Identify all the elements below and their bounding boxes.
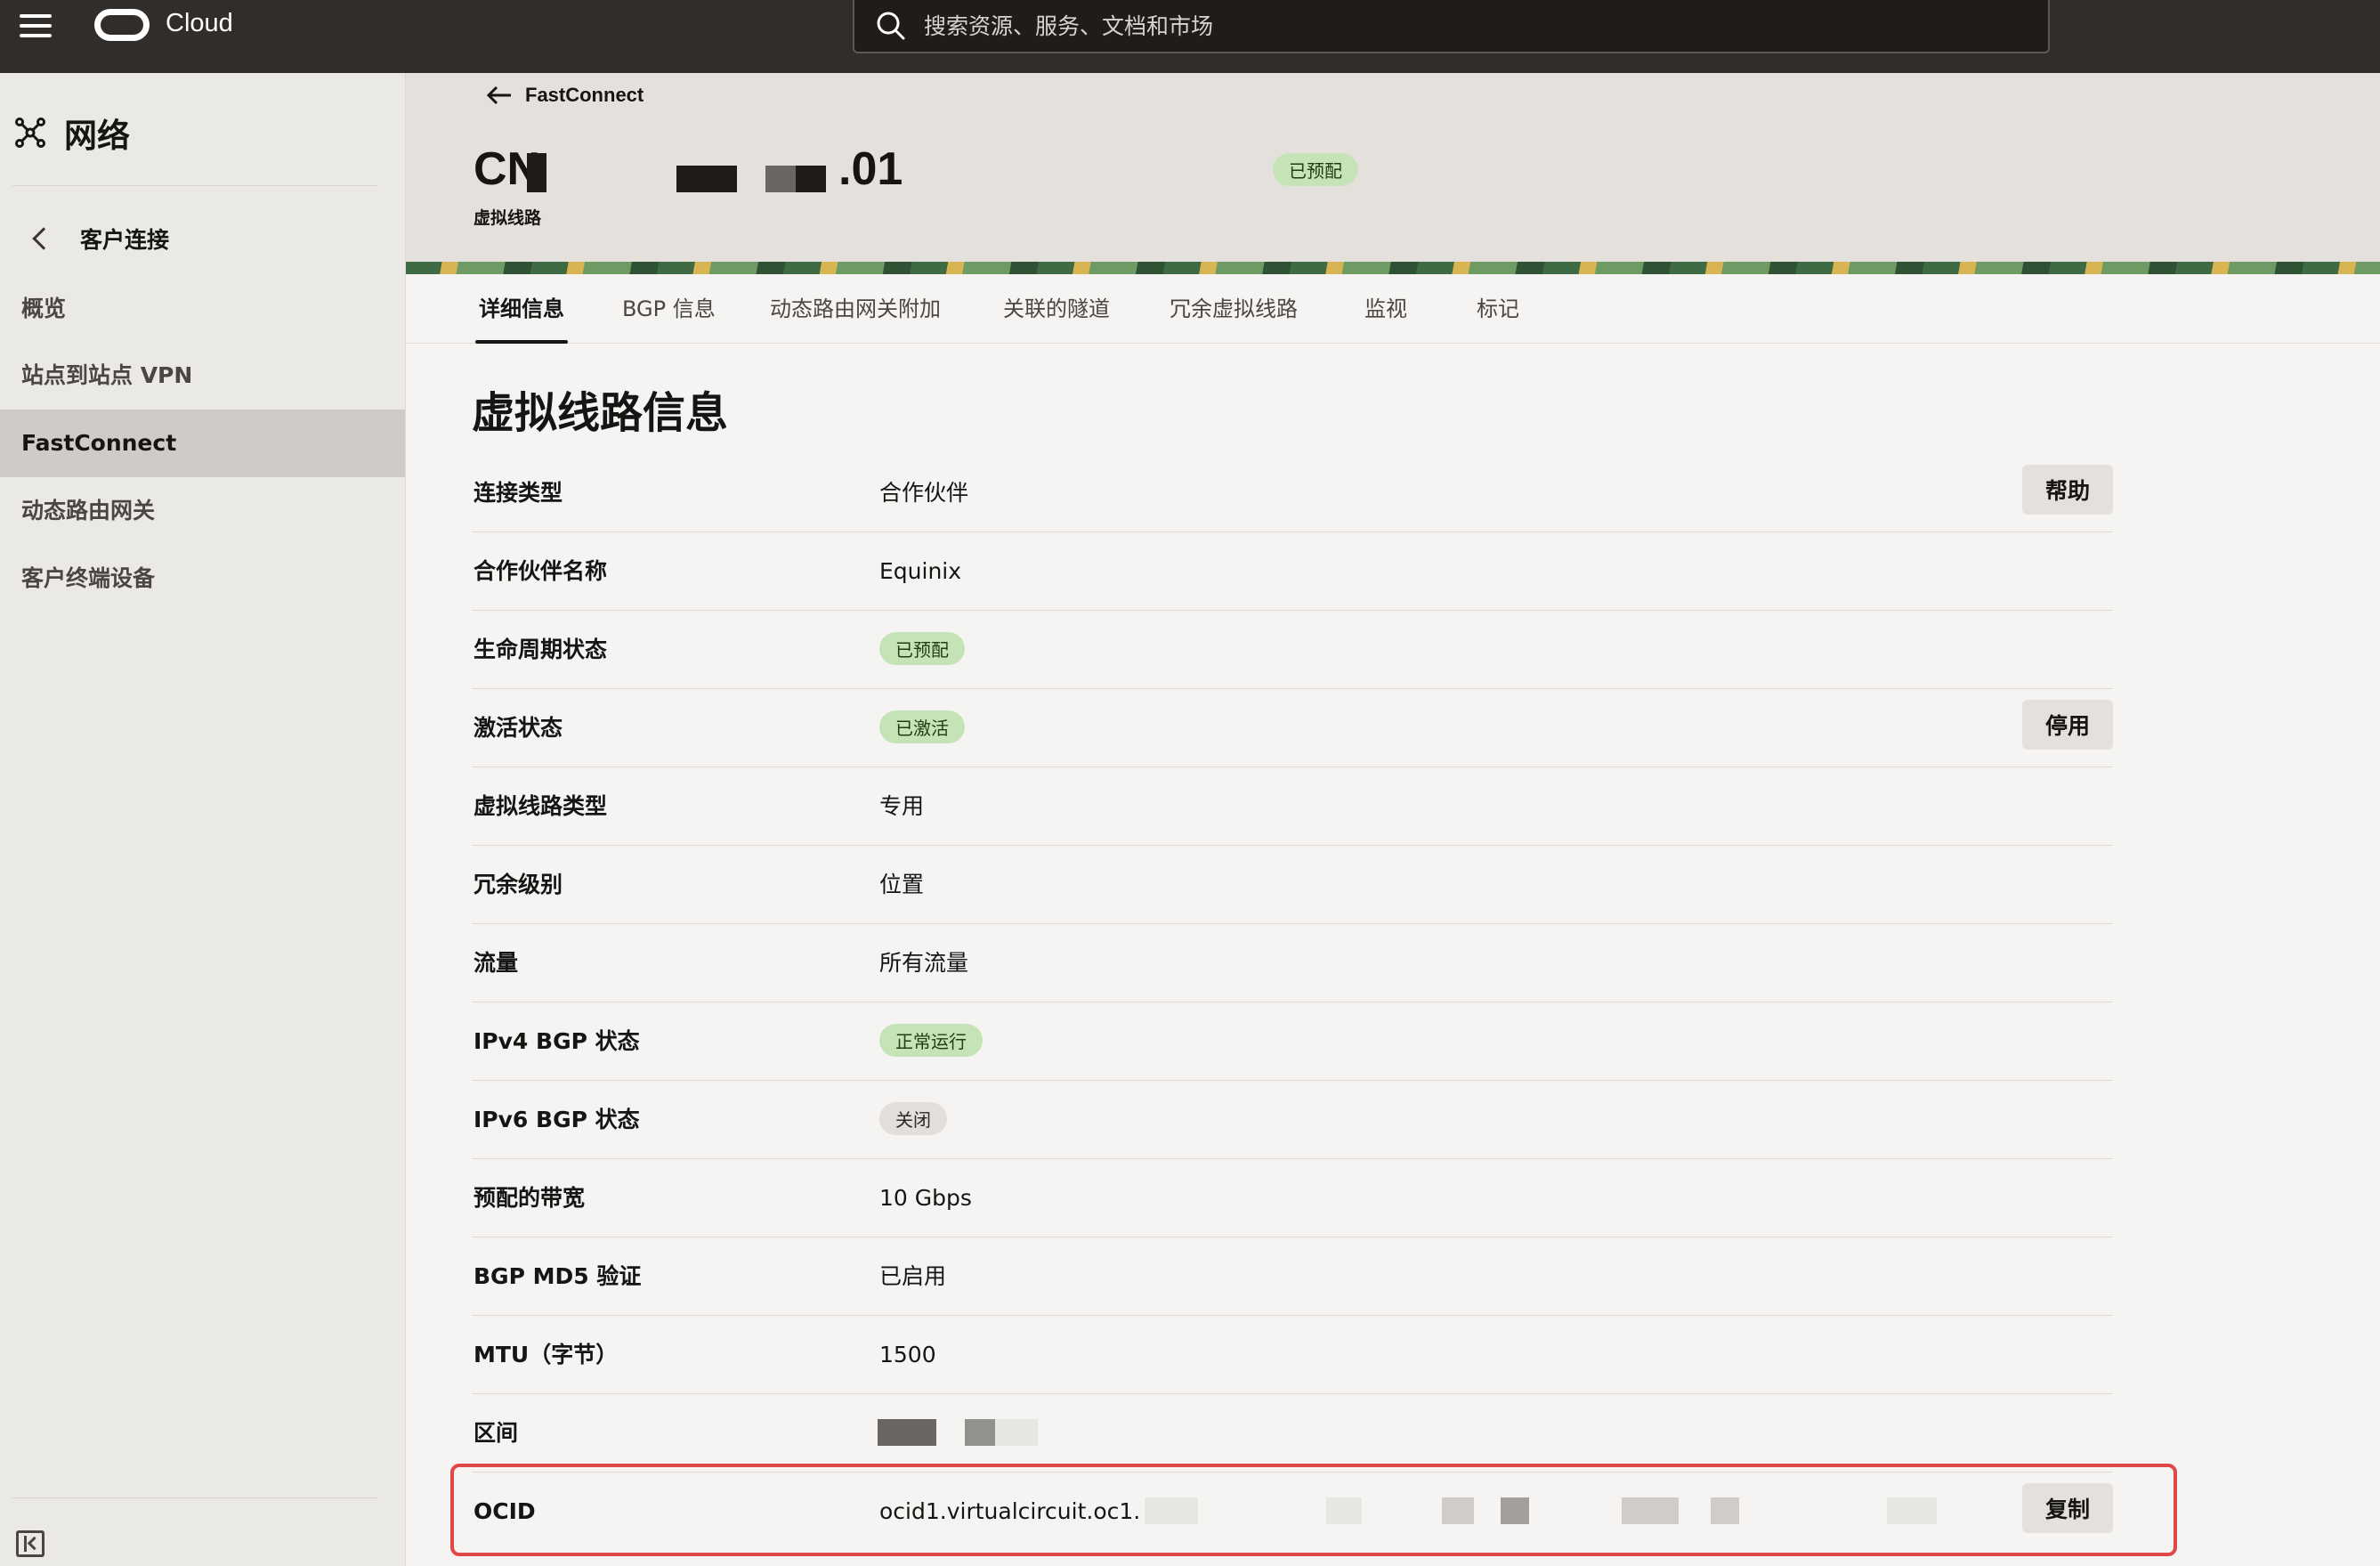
deactivate-button[interactable]: 停用 (2022, 700, 2113, 750)
row-value: 1500 (879, 1342, 936, 1367)
detail-row-activation-state: 激活状态 已激活 停用 (472, 689, 2113, 767)
detail-row-connection-type: 连接类型 合作伙伴 帮助 (472, 454, 2113, 532)
row-value-wrap: 正常运行 (879, 1024, 983, 1057)
detail-row-bgp-md5: BGP MD5 验证 已启用 (472, 1237, 2113, 1316)
search-input[interactable] (924, 9, 1992, 43)
search-icon (877, 12, 905, 40)
back-link-label: FastConnect (525, 84, 644, 106)
row-label: BGP MD5 验证 (474, 1263, 642, 1289)
brand-name[interactable]: Cloud (166, 9, 233, 38)
page-subtitle: 虚拟线路 (474, 208, 542, 228)
redacted-block (765, 166, 796, 192)
hamburger-menu-icon[interactable] (20, 14, 52, 37)
lifecycle-status-badge: 已预配 (879, 632, 965, 665)
redacted-block (527, 153, 546, 192)
redacted-block (965, 1419, 995, 1446)
row-label: IPv4 BGP 状态 (474, 1028, 640, 1054)
row-value: 合作伙伴 (879, 480, 969, 506)
detail-row-mtu: MTU（字节） 1500 (472, 1316, 2113, 1394)
sidebar: 网络 客户连接 概览 站点到站点 VPN FastConnect 动态路由网关 … (0, 73, 406, 1566)
tab-monitoring[interactable]: 监视 (1364, 274, 1407, 344)
row-label: 预配的带宽 (474, 1185, 586, 1211)
row-label: 生命周期状态 (474, 637, 608, 662)
row-value: 10 Gbps (879, 1185, 972, 1211)
row-label: 流量 (474, 950, 519, 976)
chevron-left-icon (32, 227, 55, 250)
redacted-block (878, 1419, 936, 1446)
row-label: IPv6 BGP 状态 (474, 1107, 640, 1132)
sidebar-item-cpe[interactable]: 客户终端设备 (0, 545, 405, 613)
tab-details[interactable]: 详细信息 (475, 274, 568, 344)
row-value: 已启用 (879, 1263, 947, 1289)
collapse-sidebar-icon[interactable] (16, 1530, 45, 1557)
tab-tags[interactable]: 标记 (1477, 274, 1519, 344)
sidebar-title: 网络 (64, 117, 130, 155)
detail-row-circuit-type: 虚拟线路类型 专用 (472, 767, 2113, 846)
detail-row-ipv6-bgp: IPv6 BGP 状态 关闭 (472, 1081, 2113, 1159)
row-value: 位置 (879, 872, 925, 897)
tab-bar: 详细信息 BGP 信息 动态路由网关附加 关联的隧道 冗余虚拟线路 监视 标记 (406, 274, 2380, 344)
row-label: 激活状态 (474, 715, 563, 741)
section-title: 虚拟线路信息 (472, 388, 729, 438)
ipv6-bgp-status-badge: 关闭 (879, 1102, 947, 1135)
sidebar-item-overview[interactable]: 概览 (0, 275, 405, 343)
row-value-wrap: 关闭 (879, 1102, 947, 1135)
detail-row-bandwidth: 预配的带宽 10 Gbps (472, 1159, 2113, 1237)
sidebar-item-site-to-site-vpn[interactable]: 站点到站点 VPN (0, 342, 405, 410)
detail-row-compartment: 区间 (472, 1394, 2113, 1473)
row-value: 专用 (879, 793, 925, 819)
sidebar-divider-bottom (12, 1497, 377, 1498)
sidebar-back-label: 客户连接 (80, 227, 170, 253)
redacted-block (676, 166, 737, 192)
row-label: 合作伙伴名称 (474, 558, 608, 584)
row-label: 虚拟线路类型 (474, 793, 608, 819)
status-badge: 已预配 (1273, 153, 1358, 186)
back-link[interactable]: FastConnect (486, 84, 644, 107)
search-bar[interactable] (853, 0, 2050, 53)
detail-row-redundancy-level: 冗余级别 位置 (472, 846, 2113, 924)
row-value-wrap: 已预配 (879, 632, 965, 665)
decorative-banner (406, 262, 2380, 274)
title-badge-wrap: 已预配 (1273, 153, 1358, 186)
ocid-highlight-box (450, 1464, 2177, 1556)
page-title-end: .01 (838, 143, 903, 195)
activation-status-badge: 已激活 (879, 710, 965, 743)
help-button[interactable]: 帮助 (2022, 465, 2113, 515)
sidebar-item-fastconnect[interactable]: FastConnect (0, 410, 405, 477)
ipv4-bgp-status-badge: 正常运行 (879, 1024, 983, 1057)
detail-row-partner-name: 合作伙伴名称 Equinix (472, 532, 2113, 611)
top-bar: Cloud (0, 0, 2380, 73)
tab-redundant-circuits[interactable]: 冗余虚拟线路 (1170, 274, 1298, 344)
detail-row-lifecycle-state: 生命周期状态 已预配 (472, 611, 2113, 689)
oracle-logo-icon[interactable] (94, 9, 150, 41)
detail-row-traffic: 流量 所有流量 (472, 924, 2113, 1002)
arrow-left-icon (486, 85, 511, 105)
sidebar-back-link[interactable]: 客户连接 (32, 223, 170, 255)
tab-drg-attachments[interactable]: 动态路由网关附加 (770, 274, 941, 344)
sidebar-divider (12, 185, 377, 186)
row-value: Equinix (879, 558, 962, 584)
row-value-wrap: 已激活 (879, 710, 965, 743)
sidebar-item-drg[interactable]: 动态路由网关 (0, 477, 405, 545)
row-label: MTU（字节） (474, 1342, 619, 1367)
tab-associated-tunnels[interactable]: 关联的隧道 (1003, 274, 1110, 344)
row-label: 冗余级别 (474, 872, 563, 897)
row-label: 连接类型 (474, 480, 563, 506)
row-value: 所有流量 (879, 950, 969, 976)
network-icon (15, 118, 45, 148)
tab-bgp-info[interactable]: BGP 信息 (622, 274, 716, 344)
sidebar-header: 网络 (14, 109, 130, 157)
page-header: FastConnect CN .01 虚拟线路 已预配 (406, 73, 2380, 274)
redacted-block (995, 1419, 1038, 1446)
detail-row-ipv4-bgp: IPv4 BGP 状态 正常运行 (472, 1002, 2113, 1081)
redacted-block (796, 166, 826, 192)
row-label: 区间 (474, 1420, 519, 1446)
